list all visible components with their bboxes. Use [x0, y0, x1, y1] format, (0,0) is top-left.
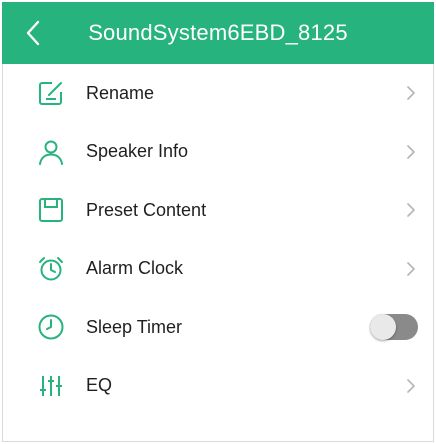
chevron-right-icon: [404, 259, 418, 279]
chevron-right-icon: [404, 376, 418, 396]
sleep-timer-toggle[interactable]: [370, 314, 418, 341]
page-title: SoundSystem6EBD_8125: [88, 20, 348, 45]
edit-icon: [36, 78, 66, 108]
clock-icon: [36, 312, 66, 342]
back-button[interactable]: [16, 16, 50, 50]
toggle-knob: [370, 314, 396, 341]
equalizer-icon: [36, 371, 66, 401]
menu-item-label: Alarm Clock: [86, 258, 184, 279]
menu-item-rename[interactable]: Rename: [2, 64, 434, 123]
menu-item-sleep-timer: Sleep Timer: [2, 298, 434, 357]
chevron-right-icon: [404, 83, 418, 103]
chevron-right-icon: [404, 200, 418, 220]
menu-item-preset-content[interactable]: Preset Content: [2, 181, 434, 240]
chevron-right-icon: [404, 142, 418, 162]
menu-item-label: EQ: [86, 375, 113, 396]
preset-icon: [36, 195, 66, 225]
menu-item-label: Speaker Info: [86, 141, 189, 162]
settings-menu: Rename Speaker Info Preset Content Alarm…: [2, 64, 434, 415]
menu-item-speaker-info[interactable]: Speaker Info: [2, 123, 434, 182]
person-icon: [36, 137, 66, 167]
app-header: SoundSystem6EBD_8125: [2, 2, 434, 64]
menu-item-label: Preset Content: [86, 199, 207, 220]
menu-item-alarm-clock[interactable]: Alarm Clock: [2, 240, 434, 299]
menu-item-label: Rename: [86, 82, 155, 103]
chevron-left-icon: [26, 20, 40, 46]
menu-item-eq[interactable]: EQ: [2, 357, 434, 416]
alarm-clock-icon: [36, 254, 66, 284]
menu-item-label: Sleep Timer: [86, 316, 183, 337]
